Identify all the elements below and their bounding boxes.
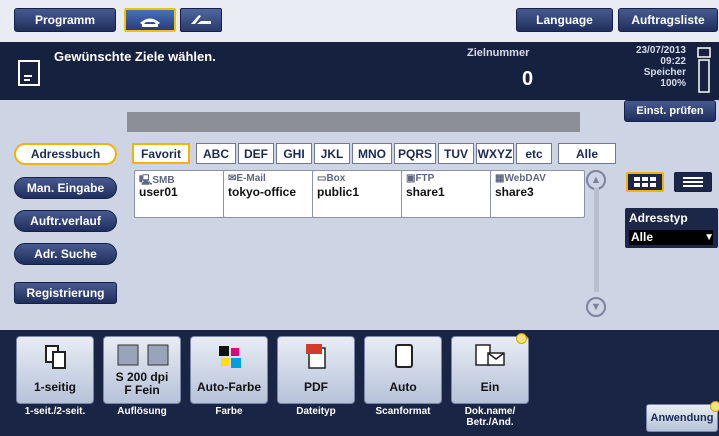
auftragsliste-button[interactable]: Auftragsliste — [618, 8, 718, 32]
datetime-block: 23/07/2013 09:22 Speicher 100% — [600, 45, 686, 89]
phone-icon — [140, 18, 160, 27]
card-name: share3 — [495, 185, 534, 199]
tab-mno[interactable]: MNO — [352, 143, 392, 164]
tab-favorit[interactable]: Favorit — [132, 143, 190, 164]
grid-view-button[interactable] — [626, 172, 664, 192]
filetype-value: PDF — [304, 380, 328, 394]
card-name: tokyo-office — [228, 185, 297, 199]
nav-adr-suche[interactable]: Adr. Suche — [14, 243, 117, 265]
scanformat-button[interactable]: Auto — [364, 336, 442, 404]
zielnummer-label: Zielnummer — [467, 47, 530, 59]
scanformat-label: Scanformat — [375, 406, 431, 417]
scan-tab[interactable] — [180, 8, 222, 32]
resolution-icon — [117, 344, 169, 366]
tab-wxyz[interactable]: WXYZ — [476, 143, 514, 164]
resolution-button[interactable]: S 200 dpi F Fein — [103, 336, 181, 404]
resolution-value: S 200 dpi F Fein — [115, 370, 169, 397]
scan-icon — [191, 15, 211, 24]
document-icon — [18, 60, 40, 86]
address-card-box[interactable]: ▭Box public1 — [312, 170, 407, 218]
adresstyp-label: Adresstyp — [629, 211, 688, 225]
tab-ghi[interactable]: GHI — [276, 143, 312, 164]
card-name: user01 — [139, 185, 178, 199]
memory-gauge-icon — [697, 47, 711, 93]
nav-adressbuch[interactable]: Adressbuch — [14, 143, 117, 165]
duplex-label: 1-seit./2-seit. — [24, 406, 86, 417]
color-value: Auto-Farbe — [197, 380, 261, 394]
anwendung-button[interactable]: Anwendung — [646, 404, 718, 432]
color-icon — [219, 346, 241, 368]
chevron-down-icon: ▼ — [590, 301, 602, 313]
anwendung-indicator — [710, 401, 719, 412]
color-button[interactable]: Auto-Farbe — [190, 336, 268, 404]
tab-abc[interactable]: ABC — [196, 143, 236, 164]
docname-label: Dok.name/ Betr./And. — [464, 406, 516, 428]
status-message: Gewünschte Ziele wählen. — [54, 49, 216, 64]
card-type: E-Mail — [236, 173, 266, 184]
time: 09:22 — [660, 56, 686, 67]
list-view-icon — [683, 177, 703, 187]
tab-jkl[interactable]: JKL — [314, 143, 350, 164]
scroll-down-button[interactable]: ▼ — [586, 297, 606, 317]
scroll-up-button[interactable]: ▲ — [586, 170, 606, 190]
card-name: public1 — [317, 185, 360, 199]
docname-icon — [475, 344, 505, 366]
einst-pruefen-button[interactable]: Einst. prüfen — [624, 100, 716, 122]
tab-def[interactable]: DEF — [238, 143, 274, 164]
list-view-button[interactable] — [674, 172, 712, 192]
chevron-down-icon: ▼ — [704, 232, 714, 243]
address-card-email[interactable]: ✉E-Mail tokyo-office — [223, 170, 318, 218]
chevron-up-icon: ▲ — [590, 174, 602, 186]
nav-auftr-verlauf[interactable]: Auftr.verlauf — [14, 210, 117, 232]
zielnummer-value: 0 — [522, 68, 534, 90]
page-icon — [395, 344, 413, 368]
tab-etc[interactable]: etc — [516, 143, 552, 164]
duplex-icon — [45, 345, 66, 369]
speicher-label: Speicher — [643, 67, 686, 78]
card-name: share1 — [406, 185, 445, 199]
nav-registrierung[interactable]: Registrierung — [14, 282, 117, 304]
docname-button[interactable]: Ein — [451, 336, 529, 404]
card-type: WebDAV — [504, 173, 546, 184]
scrollbar-track[interactable] — [594, 188, 599, 292]
adresstyp-select[interactable]: Adresstyp Alle ▼ — [625, 208, 718, 248]
speicher-value: 100% — [660, 78, 686, 89]
tab-pqrs[interactable]: PQRS — [394, 143, 436, 164]
language-button[interactable]: Language — [516, 8, 613, 32]
tab-tuv[interactable]: TUV — [438, 143, 474, 164]
setting-changed-indicator — [516, 333, 527, 344]
docname-value: Ein — [480, 380, 500, 394]
duplex-button[interactable]: 1-seitig — [16, 336, 94, 404]
resolution-label: Auflösung — [117, 406, 167, 417]
address-card-smb[interactable]: 🖳SMB user01 — [134, 170, 229, 218]
card-type: FTP — [415, 173, 435, 184]
fax-tab[interactable] — [124, 8, 176, 32]
grid-view-icon — [634, 177, 656, 187]
pdf-icon — [306, 344, 326, 369]
adresstyp-value: Alle — [629, 230, 713, 245]
color-label: Farbe — [215, 406, 243, 417]
status-area: Gewünschte Ziele wählen. Zielnummer 0 23… — [0, 42, 719, 100]
scanformat-value: Auto — [389, 380, 417, 394]
filetype-button[interactable]: PDF — [277, 336, 355, 404]
address-card-ftp[interactable]: ▣FTP share1 — [401, 170, 496, 218]
filetype-label: Dateityp — [296, 406, 336, 417]
date: 23/07/2013 — [635, 45, 686, 56]
tab-alle[interactable]: Alle — [558, 143, 616, 164]
selected-destinations-strip — [127, 112, 580, 132]
duplex-value: 1-seitig — [33, 380, 76, 394]
nav-man-eingabe[interactable]: Man. Eingabe — [14, 177, 117, 199]
programm-button[interactable]: Programm — [14, 8, 116, 32]
address-card-webdav[interactable]: ▦WebDAV share3 — [490, 170, 585, 218]
card-type: Box — [326, 173, 346, 184]
